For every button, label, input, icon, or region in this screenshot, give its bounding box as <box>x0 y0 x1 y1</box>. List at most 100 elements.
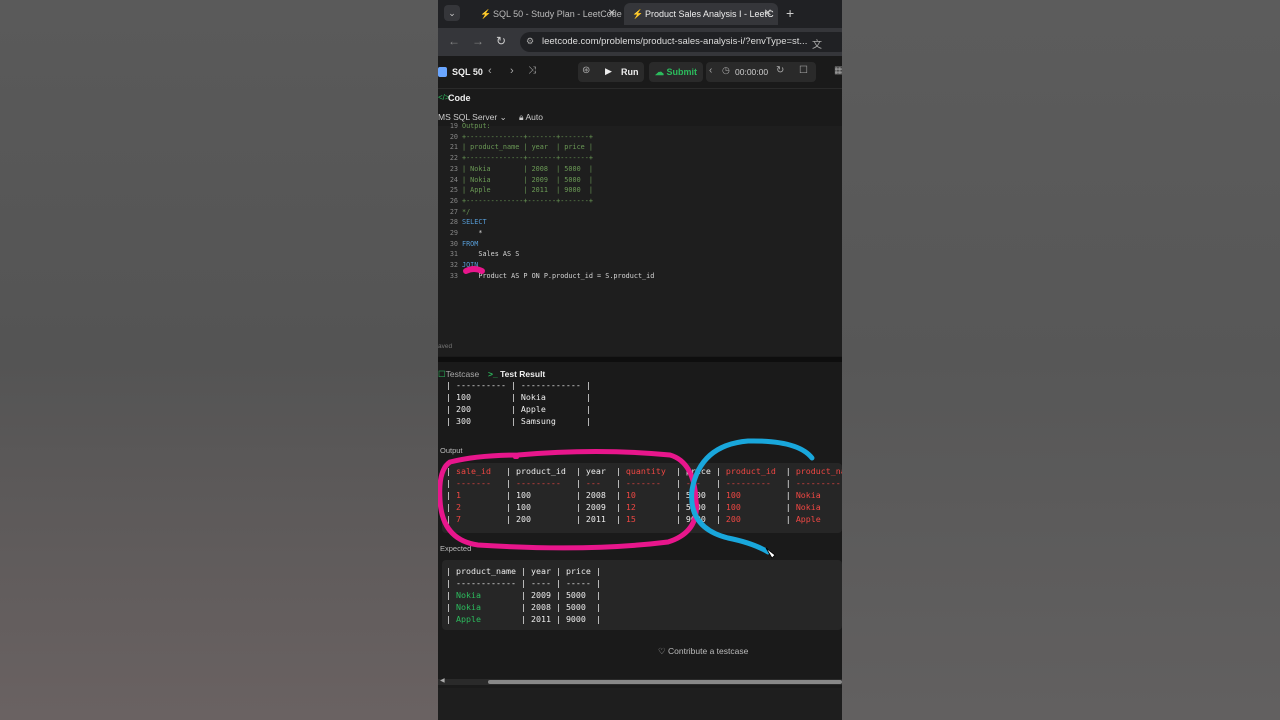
table-cell: 200 <box>515 514 571 524</box>
cell-separator: | <box>590 602 601 612</box>
checkbox-icon: ☐ <box>438 369 446 379</box>
cell-separator: | <box>500 478 516 488</box>
debug-icon[interactable]: ⊛ <box>582 65 590 76</box>
code-editor[interactable]: 19 Output: 20 +--------------+-------+-----… <box>438 122 842 356</box>
cell-separator: | <box>610 514 626 524</box>
next-problem-icon[interactable]: › <box>510 65 514 77</box>
forward-arrow-icon[interactable]: → <box>472 34 484 48</box>
table-cell: ---- <box>530 578 551 588</box>
line-number: 31 <box>449 250 458 259</box>
cell-separator: | <box>515 566 531 576</box>
cell-separator: | <box>550 566 566 576</box>
output-header-row: | sale_id | product_id | year | quantity… <box>446 466 842 476</box>
code-text: +--------------+-------+-------+ <box>462 132 593 141</box>
input-table-row: | 100 | Nokia | <box>446 392 591 402</box>
table-cell: 5000 <box>565 590 591 600</box>
cell-separator: | <box>610 490 626 500</box>
table-cell: 100 <box>725 490 781 500</box>
timer-play-icon[interactable]: ◷ <box>722 65 730 76</box>
table-cell: 7 <box>456 514 501 524</box>
site-info-icon[interactable]: ⚙ <box>526 36 534 47</box>
close-tab-icon[interactable]: ✕ <box>608 3 616 25</box>
code-text: * <box>462 229 483 237</box>
expected-separator-row: | ------------ | ---- | ----- | <box>446 578 601 588</box>
line-number: 21 <box>449 143 458 152</box>
cell-separator: | <box>670 478 686 488</box>
background-left <box>0 0 438 720</box>
output-table-row: | 2 | 100 | 2009 | 12 | 5000 | 100 | Nok… <box>446 502 842 512</box>
close-tab-icon[interactable]: ✕ <box>764 3 772 25</box>
tab-testcase[interactable]: ☐Testcase <box>438 369 479 380</box>
run-button[interactable]: Run <box>621 67 639 77</box>
cell-separator: | <box>446 478 456 488</box>
translate-icon[interactable]: 文 <box>812 36 822 51</box>
test-result-panel: Output | sale_id | product_id | year | q… <box>438 380 842 680</box>
table-cell: 12 <box>625 502 671 512</box>
contribute-testcase-link[interactable]: ♡ Contribute a testcase <box>658 646 748 657</box>
notes-icon[interactable]: ☐ <box>799 65 808 76</box>
cell-separator: | <box>500 514 516 524</box>
cell-separator: | <box>670 502 686 512</box>
scrollbar-thumb[interactable] <box>488 680 842 684</box>
cell-separator: | <box>780 478 796 488</box>
reset-timer-icon[interactable]: ↻ <box>776 65 784 76</box>
tab-test-result[interactable]: >_ Test Result <box>488 369 545 379</box>
code-text: Output: <box>462 122 491 130</box>
table-cell: price <box>685 466 711 476</box>
table-cell: 15 <box>625 514 671 524</box>
play-icon: ▶ <box>605 66 612 76</box>
layout-icon[interactable]: ▦ <box>834 65 842 76</box>
table-cell: 5000 <box>565 602 591 612</box>
heart-icon: ♡ <box>658 646 666 656</box>
back-arrow-icon[interactable]: ← <box>448 34 460 48</box>
expected-label: Expected <box>440 544 472 553</box>
reload-icon[interactable]: ↻ <box>496 34 506 48</box>
screen-recording: ⌄ ⚡ SQL 50 - Study Plan - LeetCode ✕ ⚡ Pro… <box>438 0 842 720</box>
table-cell: year <box>585 466 611 476</box>
expected-header-row: | product_name | year | price | <box>446 566 601 576</box>
cell-separator: | <box>515 578 531 588</box>
submit-button[interactable]: ☁ Submit <box>649 62 703 82</box>
tab-study-plan[interactable]: ⚡ SQL 50 - Study Plan - LeetCode ✕ <box>472 3 622 25</box>
table-cell: Nokia <box>795 502 821 512</box>
cell-separator: | <box>710 502 726 512</box>
cell-separator: | <box>500 466 516 476</box>
panel-resize-handle[interactable] <box>438 357 842 362</box>
table-cell: 5000 <box>685 502 711 512</box>
auto-mode-toggle[interactable]: 🔒︎ Auto <box>519 112 543 123</box>
tab-search-icon[interactable]: ⌄ <box>444 5 460 21</box>
scroll-left-icon[interactable]: ◀ <box>440 677 445 684</box>
code-text: | Apple | 2011 | 9000 | <box>462 186 593 195</box>
study-plan-title[interactable]: SQL 50 <box>452 67 483 77</box>
input-table-row: | 200 | Apple | <box>446 404 591 414</box>
output-table: | sale_id | product_id | year | quantity… <box>442 463 842 533</box>
table-cell: product_name <box>795 466 842 476</box>
cell-separator: | <box>515 614 531 624</box>
cell-separator: | <box>710 490 726 500</box>
shuffle-icon[interactable]: ⤨ <box>528 65 536 76</box>
tab-product-sales[interactable]: ⚡ Product Sales Analysis I - LeetC ✕ <box>624 3 778 25</box>
table-cell: price <box>565 566 591 576</box>
leetcode-header: SQL 50 ‹ › ⤨ ⊛ ▶ Run ☁ Submit ‹ ◷ 00:00:… <box>438 56 842 89</box>
table-cell: Apple <box>795 514 821 524</box>
url-field[interactable]: ⚙ leetcode.com/problems/product-sales-an… <box>520 32 842 52</box>
table-cell: ----- <box>565 578 591 588</box>
prev-problem-icon[interactable]: ‹ <box>488 65 492 77</box>
input-table-row: | 300 | Samsung | <box>446 416 591 426</box>
table-cell: 2008 <box>530 602 551 612</box>
output-table-row: | 7 | 200 | 2011 | 15 | 9000 | 200 | App… <box>446 514 842 524</box>
cell-separator: | <box>780 502 796 512</box>
cell-separator: | <box>710 466 726 476</box>
table-cell: 2 <box>456 502 501 512</box>
expected-table-row: | Nokia | 2008 | 5000 | <box>446 602 601 612</box>
timer-collapse-icon[interactable]: ‹ <box>709 65 712 76</box>
table-cell: 100 <box>725 502 781 512</box>
output-separator-row: | ------- | --------- | --- | ------- | … <box>446 478 842 488</box>
code-text: +--------------+-------+-------+ <box>462 196 593 205</box>
chevron-down-icon: ⌄ <box>499 112 507 122</box>
line-number: 25 <box>449 186 458 195</box>
table-cell: Nokia <box>795 490 821 500</box>
cell-separator: | <box>570 514 586 524</box>
horizontal-scrollbar[interactable]: ◀ <box>438 677 842 685</box>
new-tab-icon[interactable]: + <box>786 5 794 21</box>
